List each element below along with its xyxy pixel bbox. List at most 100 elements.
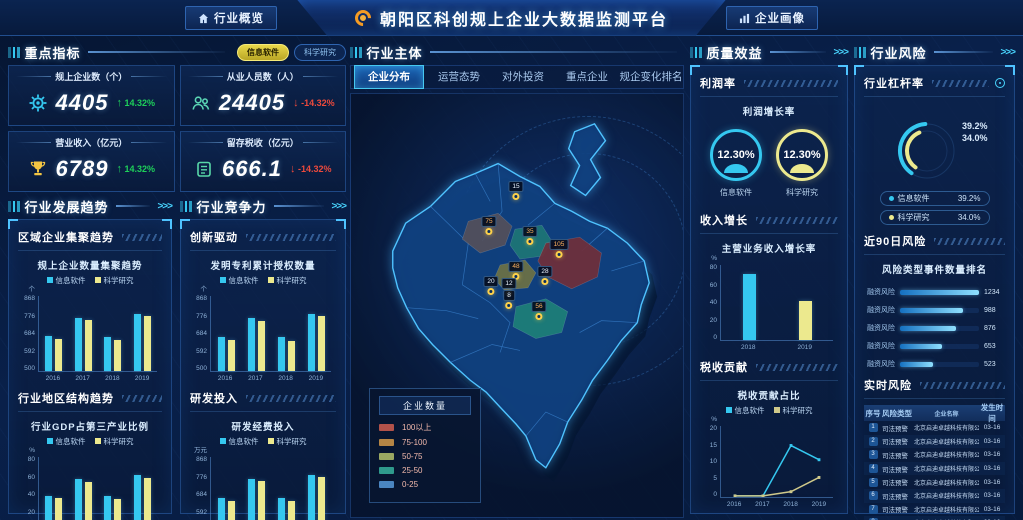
hatch-decoration: [744, 80, 838, 87]
hatch-decoration: [246, 234, 336, 241]
axis-tick: 20: [710, 426, 717, 432]
table-row[interactable]: 7司法预警北京启迪卓越科技有限公司03-16: [864, 503, 1005, 517]
axis-tick: 5: [713, 476, 717, 482]
bar-group: [218, 296, 235, 371]
tab-重点企业[interactable]: 重点企业: [555, 66, 619, 88]
more-chevrons[interactable]: >>>: [833, 47, 848, 58]
risk-type: 司法预警: [882, 436, 914, 446]
axis-tick: 592: [196, 510, 207, 516]
table-row[interactable]: 5司法预警北京启迪卓越科技有限公司03-16: [864, 475, 1005, 489]
bar: [114, 499, 121, 520]
table-row[interactable]: 2司法预警北京启迪卓越科技有限公司03-16: [864, 435, 1005, 449]
panel-competitiveness: 行业竞争力 >>> 创新驱动 发明专利累计授权数量信息软件科学研究个868776…: [180, 198, 346, 514]
svg-text:34.0%: 34.0%: [962, 133, 988, 143]
bar: [218, 337, 225, 371]
legend-item: 信息软件: [220, 436, 259, 447]
stat-value: 666.1: [222, 156, 282, 182]
y-axis: 万元868776684592500: [190, 457, 210, 520]
divider: [131, 76, 166, 77]
more-chevrons[interactable]: >>>: [1000, 47, 1015, 58]
bar-group: [104, 457, 121, 520]
axis-category: 2018: [783, 501, 797, 508]
panel-title-icon: [350, 47, 362, 58]
axis-tick: 684: [196, 492, 207, 498]
marker-value: 28: [537, 266, 552, 277]
metrics-tab-科学研究[interactable]: 科学研究: [294, 44, 346, 61]
legend-swatch: [379, 424, 394, 431]
map-pin-icon: [512, 193, 519, 200]
map-pin-icon: [487, 288, 494, 295]
legend-item: 信息软件: [726, 405, 765, 416]
bar: [218, 498, 225, 520]
event-date: 03-16: [979, 465, 1005, 472]
wallet-icon: [194, 159, 214, 179]
y-axis: %20151050: [700, 426, 720, 498]
table-row[interactable]: 4司法预警北京启迪卓越科技有限公司03-16: [864, 462, 1005, 476]
axis-unit: 万元: [194, 448, 207, 454]
map-marker-75[interactable]: 75: [481, 216, 496, 235]
legend-item: 科学研究: [268, 436, 307, 447]
leverage-legend-item: 科学研究34.0%: [880, 210, 990, 225]
row-index: 4: [864, 464, 882, 473]
chart-title: 利润增长率: [700, 99, 838, 119]
more-chevrons[interactable]: >>>: [331, 201, 346, 212]
subsection-title: 收入增长: [700, 212, 748, 228]
company-name: 北京启迪卓越科技有限公司: [914, 450, 979, 459]
legend-swatch: [379, 453, 394, 460]
leverage-legend: 信息软件39.2%科学研究34.0%: [864, 191, 1005, 225]
bar-track: [900, 290, 979, 295]
company-name: 北京启迪卓越科技有限公司: [914, 423, 979, 432]
map-marker-105[interactable]: 105: [550, 239, 569, 258]
bar: [258, 321, 265, 371]
table-row[interactable]: 3司法预警北京启迪卓越科技有限公司03-16: [864, 448, 1005, 462]
dev-trend-title: 行业发展趋势: [25, 197, 109, 216]
tab-企业分布[interactable]: 企业分布: [354, 65, 424, 89]
bar: [228, 340, 235, 371]
company-name: 北京启迪卓越科技有限公司: [914, 505, 979, 514]
map-marker-15[interactable]: 15: [508, 181, 523, 200]
tab-对外投资[interactable]: 对外投资: [491, 66, 555, 88]
risk-type: 司法预警: [882, 504, 914, 514]
stat-value: 24405: [219, 90, 285, 116]
bar: [308, 314, 315, 371]
bar: [85, 482, 92, 520]
axis-category: 2019: [135, 375, 149, 382]
legend-value: 34.0%: [958, 213, 981, 222]
subsection-title: 实时风险: [864, 377, 912, 393]
competitiveness-title: 行业竞争力: [197, 197, 267, 216]
tab-规企变化排名[interactable]: 规企变化排名: [619, 66, 683, 88]
legend-item: 信息软件: [47, 436, 86, 447]
settings-icon[interactable]: [995, 78, 1005, 88]
header-title-plate: 朝阳区科创规上企业大数据监测平台: [297, 0, 726, 36]
map-marker-20[interactable]: 20: [483, 276, 498, 295]
nav-enterprise-portrait[interactable]: 企业画像: [726, 6, 818, 30]
bar: [258, 481, 265, 520]
row-index: 1: [864, 423, 882, 432]
industry-body-tabs: 企业分布运营态势对外投资重点企业规企变化排名: [350, 65, 684, 89]
stat-delta: ↑ 14.32%: [116, 97, 155, 109]
bar: [900, 326, 956, 331]
risk-rank-row: 融资风险1234: [864, 287, 1005, 297]
bar: [900, 362, 933, 367]
regional-cluster-chart: 规上企业数量集聚趋势信息软件科学研究个868776684592500201620…: [18, 253, 162, 382]
divider: [303, 142, 338, 143]
gear-icon: [28, 93, 48, 113]
risk-count: 523: [979, 361, 1005, 368]
more-chevrons[interactable]: >>>: [157, 201, 172, 212]
map-marker-8[interactable]: 8: [503, 290, 515, 309]
metrics-tab-信息软件[interactable]: 信息软件: [237, 44, 289, 61]
table-row[interactable]: 8司法预警北京启迪卓越科技有限公司03-16: [864, 516, 1005, 520]
map-marker-56[interactable]: 56: [531, 301, 546, 320]
table-row[interactable]: 6司法预警北京启迪卓越科技有限公司03-16: [864, 489, 1005, 503]
nav-portrait-label: 企业画像: [755, 10, 805, 26]
map-marker-35[interactable]: 35: [522, 226, 537, 245]
y-axis: %806040200: [700, 265, 720, 341]
map-marker-28[interactable]: 28: [537, 266, 552, 285]
map-pin-icon: [555, 251, 562, 258]
y-axis: 个868776684592500: [190, 296, 210, 372]
metrics-tabs: 信息软件科学研究: [232, 44, 346, 61]
panel-title-icon: [690, 47, 702, 58]
axis-category: 2019: [798, 344, 812, 351]
tab-运营态势[interactable]: 运营态势: [427, 66, 491, 88]
nav-industry-overview[interactable]: 行业概览: [185, 6, 277, 30]
